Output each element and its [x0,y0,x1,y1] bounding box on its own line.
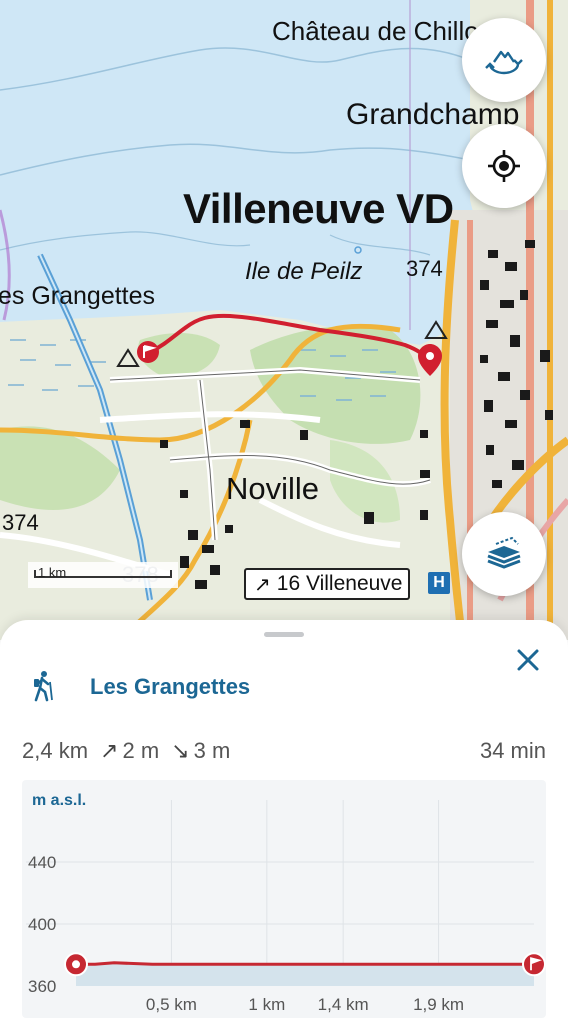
map-elevation-label: 374 [2,510,39,535]
map-elevation-label: 374 [406,256,443,281]
map-label-chateau: Château de Chillo [272,16,479,46]
route-title: Les Grangettes [90,674,251,699]
scale-label: 1 km [38,565,67,580]
close-icon [517,649,539,671]
map-label-noville: Noville [226,471,320,506]
3d-view-icon [485,50,523,75]
scale-tick [170,570,172,578]
sheet-drag-handle[interactable] [264,632,304,637]
route-descent: 3 m [193,738,231,763]
locate-icon [488,150,520,182]
chart-y-tick-label: 400 [28,915,56,934]
start-pin-dot [72,960,80,969]
elevation-area [76,962,534,986]
elevation-profile-chart[interactable]: m a.s.l. 360 400 440 0,5 km 1 km 1,4 km 1,9 km [22,780,546,1018]
route-distance: 2,4 km [22,738,89,763]
map-label-peilz: Ile de Peilz [245,258,363,285]
route-duration: 34 min [479,738,546,763]
chart-x-tick-label: 1 km [248,995,285,1014]
hospital-icon: H [428,572,450,594]
chart-x-tick-label: 1,4 km [318,995,369,1014]
end-flag-icon [522,952,546,977]
signpost-arrow: ↗ [254,573,271,596]
signpost-text: 16 Villeneuve [276,572,403,595]
map-label-grangettes: es Grangettes [0,282,156,310]
map-layers-button[interactable] [462,512,546,596]
elevation-profile-svg: 360 400 440 0,5 km 1 km 1,4 km 1,9 km [26,800,546,1014]
hiker-icon [34,671,53,702]
chart-x-tick-label: 1,9 km [413,995,464,1014]
chart-y-tick-label: 360 [28,977,56,996]
chart-y-tick-label: 440 [28,853,56,872]
locate-me-button[interactable] [462,124,546,208]
map-scale-bar: 1 km [28,562,178,588]
route-stats: 2,4 km ↗ 2 m ↘ 3 m [22,738,230,764]
3d-view-button[interactable] [462,18,546,102]
close-button[interactable] [512,644,544,676]
elevation-line [76,961,534,966]
route-bottom-sheet: Les Grangettes 2,4 km ↗ 2 m ↘ 3 m 34 min… [0,620,568,1024]
layers-icon [487,536,521,569]
chart-x-tick-label: 0,5 km [146,995,197,1014]
descent-icon: ↘ [171,738,190,763]
map-view[interactable]: Château de Chillo Grandchamp Villeneuve … [0,0,568,640]
route-ascent: 2 m [122,738,160,763]
map-signpost: ↗ 16 Villeneuve [244,568,410,600]
route-start-flag-icon [137,341,159,363]
ascent-icon: ↗ [100,738,119,763]
map-label-villeneuve: Villeneuve VD [183,185,454,232]
